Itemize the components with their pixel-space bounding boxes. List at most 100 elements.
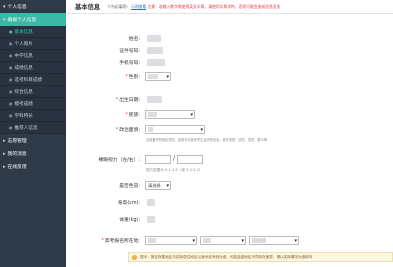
sidebar: ▾ 个人信息 ▾ 填报个人信息 ● 基本信息 ● 个人照片 ● 中学信息 ● 成绩信息 ● 选… — [0, 0, 66, 267]
sidebar-item-label: 模考成绩 — [14, 101, 33, 107]
sidebar-group-label: 我的消息 — [7, 152, 27, 157]
sidebar-item-label: 个人照片 — [14, 41, 33, 47]
phone-label: 手机号码: — [119, 61, 140, 66]
height-value — [147, 199, 155, 206]
warning-text: 注意：若输入数字需使用英文半角，请使用半角字符，否则可能会造成信息丢失 — [147, 3, 281, 9]
id-label: 证件号码: — [119, 49, 140, 54]
required-marker: * — [101, 239, 104, 244]
required-marker: * — [125, 75, 128, 80]
row-phone: 手机号码: — [66, 58, 393, 68]
sidebar-item-recommender[interactable]: ● 推荐人信息 — [0, 122, 66, 134]
sidebar-group-personal-info[interactable]: ▾ 个人信息 — [0, 0, 66, 13]
bullet-icon: ● — [9, 65, 13, 70]
sidebar-group-volunteer[interactable]: ▸ 志愿管理 — [0, 134, 66, 147]
notice-text: 提示：报名所属地区与实际居住地区以身份证号码为准，可能会因地区不同存在差异，请以… — [140, 254, 313, 259]
region-province-select[interactable]: ▾ — [145, 236, 197, 245]
ethnic-select[interactable]: ▾ — [145, 110, 195, 119]
region-city-select[interactable]: ▾ — [200, 236, 246, 245]
bullet-icon: ● — [9, 101, 13, 106]
chevron-down-icon: ▾ — [190, 112, 193, 118]
required-marker: * — [115, 128, 119, 133]
row-ethnic: *民族: ▾ — [66, 110, 393, 120]
sidebar-item-school[interactable]: ● 中学信息 — [0, 50, 66, 62]
name-value — [147, 35, 161, 42]
required-marker: * — [115, 98, 119, 103]
page-title: 基本信息 — [75, 4, 101, 11]
sidebar-item-label: 学科特长 — [14, 113, 33, 119]
sidebar-item-mock-exam[interactable]: ● 模考成绩 — [0, 98, 66, 110]
height-label: 身高(cm): — [117, 201, 140, 206]
sidebar-group-label: 志愿管理 — [7, 139, 27, 144]
sidebar-item-photo[interactable]: ● 个人照片 — [0, 38, 66, 50]
chevron-down-icon: ▾ — [241, 238, 244, 244]
row-colorblind: 是否色盲: 请选择 ▾ — [66, 181, 393, 191]
sidebar-group-fill-info[interactable]: ▾ 填报个人信息 — [0, 13, 66, 26]
sidebar-group-label: 填报个人信息 — [7, 18, 37, 23]
colorblind-select[interactable]: 请选择 ▾ — [145, 181, 171, 190]
chevron-down-icon: ▾ — [3, 16, 6, 23]
bullet-icon: ● — [9, 41, 13, 46]
vision-label: 裸眼视力（左/右）: — [98, 158, 140, 163]
sidebar-item-label: 成绩信息 — [14, 65, 33, 71]
name-label: 姓名: — [128, 37, 140, 42]
required-note: （*为必填项） — [105, 3, 130, 9]
chevron-right-icon: ▸ — [3, 150, 6, 157]
chevron-down-icon: ▾ — [294, 238, 297, 244]
example-link[interactable]: 示例查看 — [131, 4, 146, 9]
sidebar-item-elective-scores[interactable]: ● 选考科目成绩 — [0, 74, 66, 86]
gender-select[interactable]: ▾ — [145, 72, 171, 81]
app-window: ▾ 个人信息 ▾ 填报个人信息 ● 基本信息 ● 个人照片 ● 中学信息 ● 成绩信息 ● 选… — [0, 0, 393, 267]
birth-value — [147, 96, 162, 103]
weight-value — [147, 216, 155, 223]
info-icon: ! — [132, 254, 137, 260]
chevron-down-icon: ▾ — [192, 238, 195, 244]
required-marker: * — [125, 113, 128, 118]
bullet-icon: ● — [9, 53, 13, 58]
colorblind-label: 是否色盲: — [119, 184, 140, 189]
row-id: 证件号码: — [66, 46, 393, 56]
sidebar-submenu: ● 基本信息 ● 个人照片 ● 中学信息 ● 成绩信息 ● 选考科目成绩 ● 综合信息 ● 模… — [0, 26, 66, 134]
gender-label: *性别: — [125, 75, 140, 80]
row-weight: 体重(kg): — [66, 215, 393, 225]
region-district-select[interactable]: ▾ — [249, 236, 299, 245]
political-label: *政治面貌: — [115, 128, 140, 133]
sidebar-group-feedback[interactable]: ▸ 在线反馈 — [0, 160, 66, 173]
sidebar-item-label: 选考科目成绩 — [14, 77, 43, 83]
sidebar-item-label: 基本信息 — [14, 29, 33, 35]
sidebar-item-label: 综合信息 — [14, 89, 33, 95]
chevron-right-icon: ▸ — [3, 137, 6, 144]
political-hint: 请准备学校规定须知，如填写请参考学生证内的信息，填写类型：团员、党员、群众等 — [146, 138, 268, 142]
sidebar-item-basic-info[interactable]: ● 基本信息 — [0, 26, 66, 38]
political-select[interactable]: ▾ — [145, 125, 205, 134]
sidebar-item-scores[interactable]: ● 成绩信息 — [0, 62, 66, 74]
sidebar-item-specialty[interactable]: ● 学科特长 — [0, 110, 66, 122]
bullet-icon: ● — [9, 77, 13, 82]
sidebar-group-label: 在线反馈 — [7, 165, 27, 170]
chevron-down-icon: ▾ — [166, 183, 169, 189]
bullet-icon: ● — [9, 113, 13, 118]
bullet-icon: ● — [9, 125, 13, 130]
chevron-right-icon: ▸ — [3, 163, 6, 170]
row-region: *高考报名所在地: ▾ ▾ ▾ — [66, 236, 393, 246]
page-header: 基本信息 （*为必填项） 示例查看 注意：若输入数字需使用英文半角，请使用半角字… — [66, 0, 393, 14]
sidebar-item-label: 中学信息 — [14, 53, 33, 59]
chevron-down-icon: ▾ — [200, 127, 203, 133]
vision-right-input[interactable] — [177, 155, 203, 164]
header-note: （*为必填项） 示例查看 注意：若输入数字需使用英文半角，请使用半角字符，否则可… — [105, 4, 280, 10]
vision-separator: / — [173, 155, 176, 162]
weight-label: 体重(kg): — [119, 218, 140, 223]
row-birth: *出生日期: — [66, 95, 393, 105]
chevron-down-icon: ▾ — [166, 74, 169, 80]
row-political: *政治面貌: ▾ — [66, 125, 393, 135]
vision-hint: 视力范围为 0.1-1.5（或 4.0-5.2） — [146, 168, 203, 172]
row-height: 身高(cm): — [66, 198, 393, 208]
sidebar-item-comprehensive[interactable]: ● 综合信息 — [0, 86, 66, 98]
main-content: 基本信息 （*为必填项） 示例查看 注意：若输入数字需使用英文半角，请使用半角字… — [66, 0, 393, 267]
ethnic-label: *民族: — [125, 113, 140, 118]
bullet-icon: ● — [9, 29, 13, 34]
sidebar-item-label: 推荐人信息 — [14, 125, 38, 131]
phone-value — [147, 59, 165, 66]
vision-left-input[interactable] — [145, 155, 171, 164]
sidebar-group-messages[interactable]: ▸ 我的消息 — [0, 147, 66, 160]
row-gender: *性别: ▾ — [66, 72, 393, 82]
